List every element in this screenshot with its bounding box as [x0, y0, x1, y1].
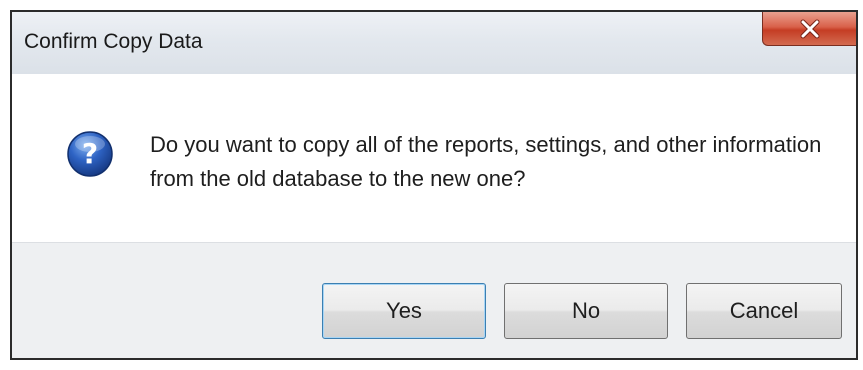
message-area: ? Do you want to copy all of the reports…	[12, 74, 856, 242]
svg-text:?: ?	[82, 137, 98, 170]
no-button[interactable]: No	[504, 283, 668, 339]
confirmation-message: Do you want to copy all of the reports, …	[150, 132, 822, 191]
cancel-button[interactable]: Cancel	[686, 283, 842, 339]
question-icon: ?	[66, 130, 114, 178]
button-bar: Yes No Cancel	[12, 242, 856, 358]
title-bar[interactable]: Confirm Copy Data	[12, 12, 856, 74]
yes-button[interactable]: Yes	[322, 283, 486, 339]
close-x-icon	[799, 19, 821, 39]
confirm-copy-data-dialog: Confirm Copy Data ? Do you want to copy …	[10, 10, 858, 360]
dialog-title: Confirm Copy Data	[24, 30, 203, 53]
close-button[interactable]	[762, 12, 856, 46]
